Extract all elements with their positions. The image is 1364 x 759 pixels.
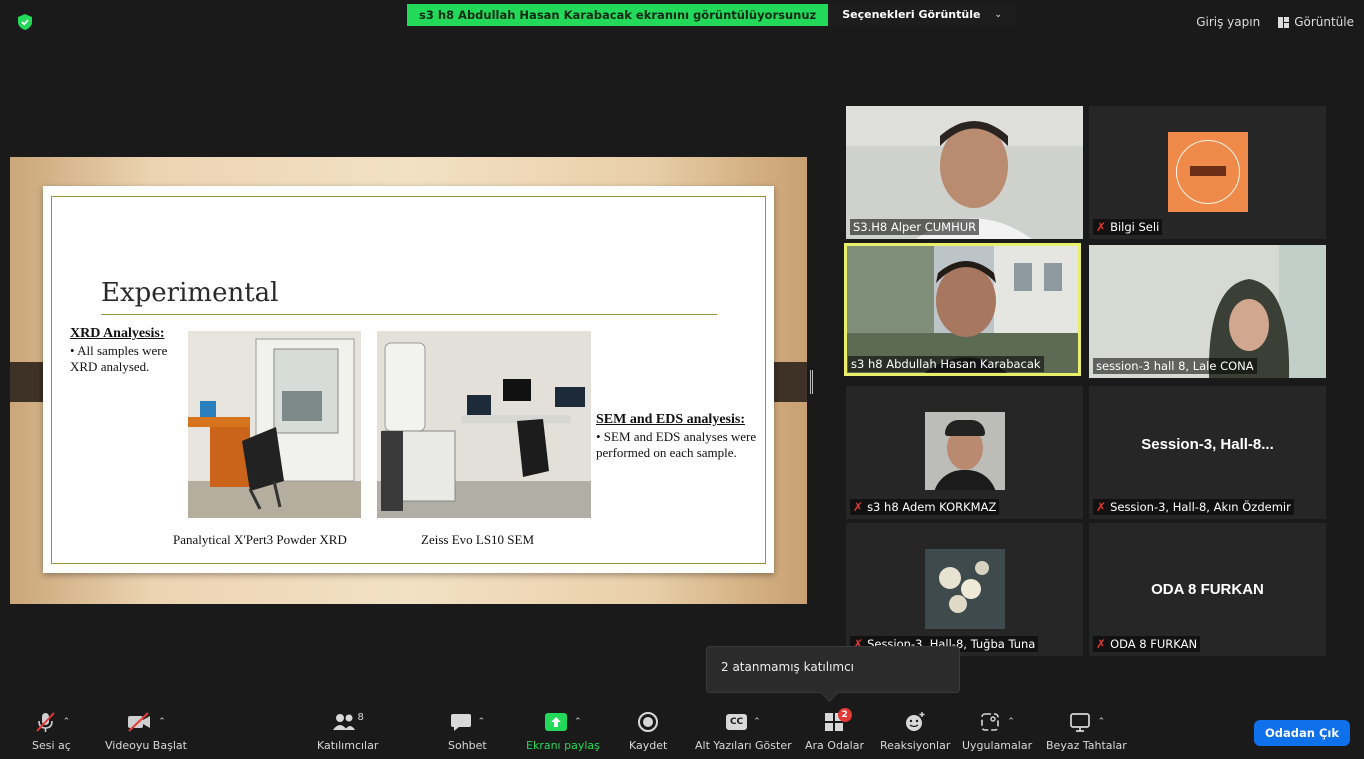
view-options-label: Seçenekleri Görüntüle bbox=[842, 8, 981, 21]
captions-label: Alt Yazıları Göster bbox=[695, 739, 792, 752]
participant-display-name: ODA 8 FURKAN bbox=[1151, 581, 1264, 598]
xrd-body: • All samples were XRD analysed. bbox=[70, 343, 168, 374]
chat-bubble-icon bbox=[450, 714, 471, 731]
participants-icon bbox=[332, 714, 355, 730]
apps-label: Uygulamalar bbox=[962, 739, 1033, 752]
unmute-button[interactable]: ⌃ Sesi aç bbox=[32, 710, 71, 752]
share-screen-label: Ekranı paylaş bbox=[526, 739, 600, 752]
start-video-button[interactable]: ⌃ Videoyu Başlat bbox=[105, 710, 187, 752]
whiteboards-button[interactable]: ⌃ Beyaz Tahtalar bbox=[1046, 710, 1127, 752]
sem-heading: SEM and EDS analyesis: bbox=[596, 412, 745, 427]
participants-label: Katılımcılar bbox=[317, 739, 379, 752]
chevron-up-icon[interactable]: ⌃ bbox=[478, 717, 486, 727]
reactions-label: Reaksiyonlar bbox=[880, 739, 951, 752]
meeting-toolbar: ⌃ Sesi aç ⌃ Videoyu Başlat 8 Katılımcıla… bbox=[0, 702, 1364, 759]
xrd-caption: Panalytical X'Pert3 Powder XRD bbox=[173, 532, 347, 547]
breakout-rooms-button[interactable]: 2 Ara Odalar bbox=[805, 708, 864, 752]
participant-tile[interactable]: ODA 8 FURKAN ✗ ODA 8 FURKAN bbox=[1089, 523, 1326, 656]
record-label: Kaydet bbox=[629, 739, 668, 752]
view-label: Görüntüle bbox=[1294, 15, 1354, 29]
mic-muted-icon: ✗ bbox=[1096, 220, 1107, 234]
participant-tile[interactable]: S3.H8 Alper CUMHUR bbox=[846, 106, 1083, 239]
participant-tile[interactable]: ✗ s3 h8 Adem KORKMAZ bbox=[846, 386, 1083, 519]
sem-caption: Zeiss Evo LS10 SEM bbox=[421, 532, 535, 547]
presentation-slide: Experimental XRD Analyesis: • All sample… bbox=[43, 186, 774, 573]
participants-button[interactable]: 8 Katılımcılar bbox=[317, 710, 379, 753]
mic-muted-icon bbox=[35, 712, 55, 732]
screen-share-banner: s3 h8 Abdullah Hasan Karabacak ekranını … bbox=[407, 4, 1017, 26]
participant-tile[interactable]: session-3 hall 8, Lale CONA bbox=[1089, 245, 1326, 378]
reaction-smiley-icon bbox=[906, 712, 925, 731]
participant-tile-active-speaker[interactable]: s3 h8 Abdullah Hasan Karabacak bbox=[844, 243, 1081, 376]
unmute-label: Sesi aç bbox=[32, 739, 71, 752]
leave-room-button[interactable]: Odadan Çık bbox=[1254, 720, 1350, 746]
participant-avatar bbox=[925, 412, 1005, 490]
layout-grid-icon bbox=[1278, 16, 1290, 28]
slide-title: Experimental bbox=[101, 278, 279, 308]
chevron-up-icon[interactable]: ⌃ bbox=[1098, 717, 1106, 727]
whiteboards-label: Beyaz Tahtalar bbox=[1046, 739, 1127, 752]
mic-muted-icon: ✗ bbox=[1096, 637, 1107, 651]
participant-name: S3.H8 Alper CUMHUR bbox=[850, 219, 980, 235]
participant-tile[interactable]: ✗ Session-3, Hall-8, Tuğba Tuna bbox=[846, 523, 1083, 656]
participant-name: session-3 hall 8, Lale CONA bbox=[1093, 358, 1257, 374]
mic-muted-icon: ✗ bbox=[1096, 500, 1107, 514]
whiteboard-icon bbox=[1069, 713, 1090, 732]
sem-body: • SEM and EDS analyses were performed on… bbox=[596, 429, 757, 460]
shared-screen[interactable]: Experimental XRD Analyesis: • All sample… bbox=[10, 157, 807, 604]
chevron-up-icon[interactable]: ⌃ bbox=[753, 717, 761, 727]
video-off-icon bbox=[128, 712, 151, 732]
participant-display-name: Session-3, Hall-8... bbox=[1141, 436, 1274, 453]
top-right-controls: Giriş yapın Görüntüle bbox=[1196, 15, 1354, 29]
mic-muted-icon: ✗ bbox=[853, 500, 864, 514]
breakout-rooms-label: Ara Odalar bbox=[805, 739, 864, 752]
sign-in-link[interactable]: Giriş yapın bbox=[1196, 15, 1260, 29]
view-button[interactable]: Görüntüle bbox=[1278, 15, 1354, 29]
closed-captions-icon: CC bbox=[725, 714, 748, 730]
xrd-heading: XRD Analyesis: bbox=[70, 326, 165, 341]
chevron-up-icon[interactable]: ⌃ bbox=[158, 717, 166, 727]
chevron-down-icon: ⌄ bbox=[994, 10, 1003, 20]
record-icon bbox=[638, 712, 659, 732]
chat-button[interactable]: ⌃ Sohbet bbox=[448, 710, 487, 752]
participant-name: ✗ Session-3, Hall-8, Akın Özdemir bbox=[1093, 499, 1294, 515]
view-options-button[interactable]: Seçenekleri Görüntüle ⌄ bbox=[828, 4, 1017, 26]
captions-button[interactable]: CC ⌃ Alt Yazıları Göster bbox=[695, 710, 792, 752]
chevron-up-icon[interactable]: ⌃ bbox=[1007, 717, 1015, 727]
bilgi-seli-logo bbox=[1168, 132, 1248, 212]
panel-splitter-handle[interactable] bbox=[810, 370, 813, 394]
participant-tile[interactable]: ✗ Bilgi Seli bbox=[1089, 106, 1326, 239]
participant-name: ✗ Bilgi Seli bbox=[1093, 219, 1163, 235]
participant-name: s3 h8 Abdullah Hasan Karabacak bbox=[848, 356, 1044, 372]
record-button[interactable]: Kaydet bbox=[629, 710, 667, 752]
xrd-instrument-photo bbox=[188, 331, 361, 518]
title-divider bbox=[101, 314, 717, 315]
participants-count: 8 bbox=[357, 711, 364, 723]
start-video-label: Videoyu Başlat bbox=[105, 739, 187, 752]
breakout-tooltip: 2 atanmamış katılımcı bbox=[706, 646, 960, 693]
chevron-up-icon[interactable]: ⌃ bbox=[63, 717, 71, 727]
sem-instrument-photo bbox=[377, 331, 591, 518]
share-message: s3 h8 Abdullah Hasan Karabacak ekranını … bbox=[407, 4, 829, 26]
security-shield-icon[interactable] bbox=[18, 14, 32, 30]
chat-label: Sohbet bbox=[448, 739, 487, 752]
participant-name: ✗ s3 h8 Adem KORKMAZ bbox=[850, 499, 1000, 515]
apps-button[interactable]: ⌃ Uygulamalar bbox=[962, 710, 1032, 752]
share-screen-icon bbox=[545, 713, 568, 731]
reactions-button[interactable]: Reaksiyonlar bbox=[880, 710, 950, 752]
participant-avatar bbox=[925, 549, 1005, 629]
share-screen-button[interactable]: ⌃ Ekranı paylaş bbox=[526, 710, 600, 752]
participant-tile[interactable]: Session-3, Hall-8... ✗ Session-3, Hall-8… bbox=[1089, 386, 1326, 519]
breakout-badge: 2 bbox=[837, 708, 852, 722]
participant-name: ✗ ODA 8 FURKAN bbox=[1093, 636, 1201, 652]
chevron-up-icon[interactable]: ⌃ bbox=[574, 717, 582, 727]
apps-icon bbox=[981, 713, 1000, 731]
